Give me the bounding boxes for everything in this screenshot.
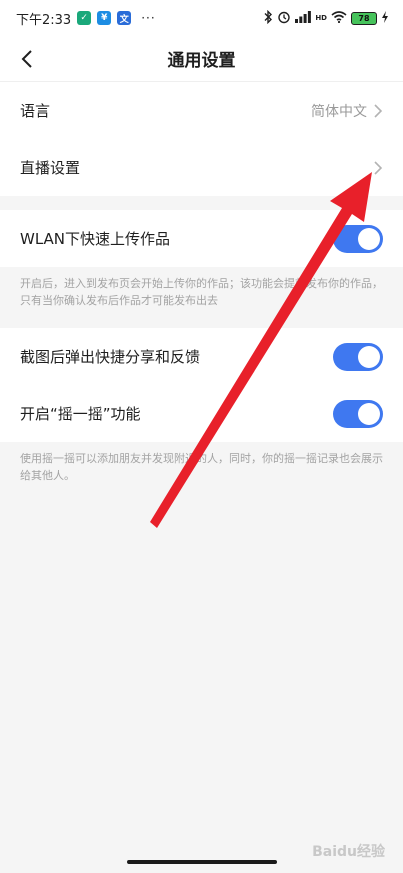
- chevron-left-icon: [21, 50, 32, 68]
- wlan-upload-toggle[interactable]: [333, 224, 383, 253]
- wlan-upload-row: WLAN下快速上传作品: [0, 210, 403, 267]
- language-setting-row[interactable]: 语言 简体中文: [0, 82, 403, 139]
- status-bar: 下午2:33 ✓ ¥ 文 ··· HD 78: [0, 0, 403, 36]
- live-setting-label: 直播设置: [20, 159, 81, 177]
- charging-icon: [381, 10, 389, 26]
- wlan-upload-note: 开启后，进入到发布页会开始上传你的作品；该功能会提前发布你的作品，只有当你确认发…: [20, 277, 383, 307]
- shake-label: 开启“摇一摇”功能: [20, 405, 141, 423]
- wlan-upload-label: WLAN下快速上传作品: [20, 230, 171, 248]
- toggle-knob: [358, 227, 380, 250]
- chevron-right-icon: [374, 103, 383, 118]
- status-time: 下午2:33: [16, 12, 72, 28]
- toggle-knob: [358, 345, 380, 368]
- nav-bar: 通用设置: [0, 36, 403, 82]
- alipay-icon: ¥: [97, 11, 112, 25]
- bluetooth-icon: [263, 9, 273, 27]
- live-setting-row[interactable]: 直播设置: [0, 139, 403, 196]
- network-label: HD: [315, 14, 327, 22]
- language-value: 简体中文: [311, 103, 367, 120]
- screenshot-share-row: 截图后弹出快捷分享和反馈: [0, 328, 403, 385]
- wifi-icon: [331, 10, 347, 26]
- home-indicator[interactable]: [127, 860, 277, 864]
- back-button[interactable]: [14, 46, 40, 72]
- watermark-logo: Baidu经验: [312, 844, 385, 860]
- shield-app-icon: ✓: [77, 11, 92, 25]
- language-label: 语言: [20, 102, 51, 120]
- screenshot-share-label: 截图后弹出快捷分享和反馈: [20, 348, 201, 366]
- more-notifications-icon: ···: [141, 11, 156, 25]
- shake-toggle[interactable]: [333, 399, 383, 428]
- shake-note: 使用摇一摇可以添加朋友并发现附近的人，同时，你的摇一摇记录也会展示给其他人。: [20, 452, 383, 482]
- page-title: 通用设置: [167, 51, 236, 71]
- signal-icon: [295, 10, 312, 26]
- battery-icon: 78: [351, 11, 377, 25]
- toggle-knob: [358, 402, 380, 425]
- chevron-right-icon: [374, 160, 383, 175]
- tv-app-icon: 文: [117, 11, 132, 25]
- shake-row: 开启“摇一摇”功能: [0, 385, 403, 442]
- alarm-icon: [277, 10, 291, 27]
- screenshot-share-toggle[interactable]: [333, 342, 383, 371]
